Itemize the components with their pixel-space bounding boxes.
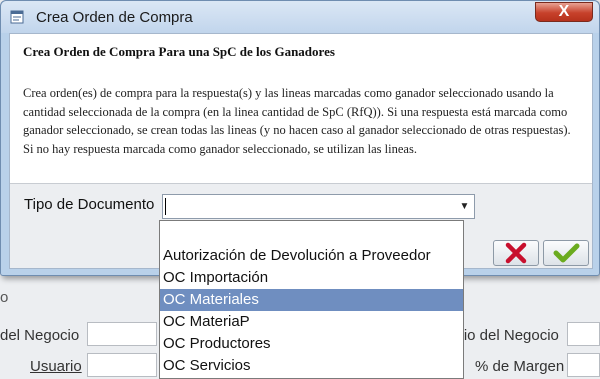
document-type-label: Tipo de Documento xyxy=(24,196,155,213)
dropdown-option-oc-importacion[interactable]: OC Importación xyxy=(160,267,463,289)
margin-input[interactable] xyxy=(567,353,600,377)
dropdown-option-oc-materiap[interactable]: OC MateriaP xyxy=(160,311,463,333)
dialog-title: Crea Orden de Compra xyxy=(36,9,193,26)
dropdown-option-oc-materiales[interactable]: OC Materiales xyxy=(160,289,463,311)
background-fragment: o xyxy=(0,289,9,306)
description-text: Crea orden(es) de compra para la respues… xyxy=(23,86,571,156)
label-user: Usuario xyxy=(30,358,82,375)
dropdown-option-oc-servicios[interactable]: OC Servicios xyxy=(160,355,463,377)
business-input-right[interactable] xyxy=(567,322,600,346)
description-heading: Crea Orden de Compra Para una SpC de los… xyxy=(23,44,335,59)
user-input[interactable] xyxy=(87,353,157,377)
description-panel: Crea Orden de Compra Para una SpC de los… xyxy=(10,34,592,184)
close-icon: X xyxy=(558,3,570,20)
label-margin: % de Margen xyxy=(475,358,565,375)
cancel-button[interactable] xyxy=(493,240,539,266)
document-type-dropdown: Autorización de Devolución a Proveedor O… xyxy=(159,220,464,379)
dropdown-option-empty[interactable] xyxy=(160,221,463,243)
dialog-titlebar[interactable]: Crea Orden de Compra X xyxy=(1,1,599,33)
green-check-icon xyxy=(553,243,580,263)
ok-button[interactable] xyxy=(543,240,589,266)
chevron-down-icon[interactable]: ▼ xyxy=(456,196,473,217)
close-button[interactable]: X xyxy=(535,2,593,22)
label-business-right: icio del Negocio xyxy=(453,327,559,344)
label-business-left: del Negocio xyxy=(0,327,80,344)
text-caret xyxy=(165,198,166,215)
business-input-left[interactable] xyxy=(87,322,157,346)
window-app-icon xyxy=(10,10,24,24)
red-x-icon xyxy=(505,242,527,264)
dropdown-option-oc-productores[interactable]: OC Productores xyxy=(160,333,463,355)
dropdown-option-autorizacion[interactable]: Autorización de Devolución a Proveedor xyxy=(160,245,463,267)
document-type-select[interactable]: ▼ xyxy=(162,194,475,219)
